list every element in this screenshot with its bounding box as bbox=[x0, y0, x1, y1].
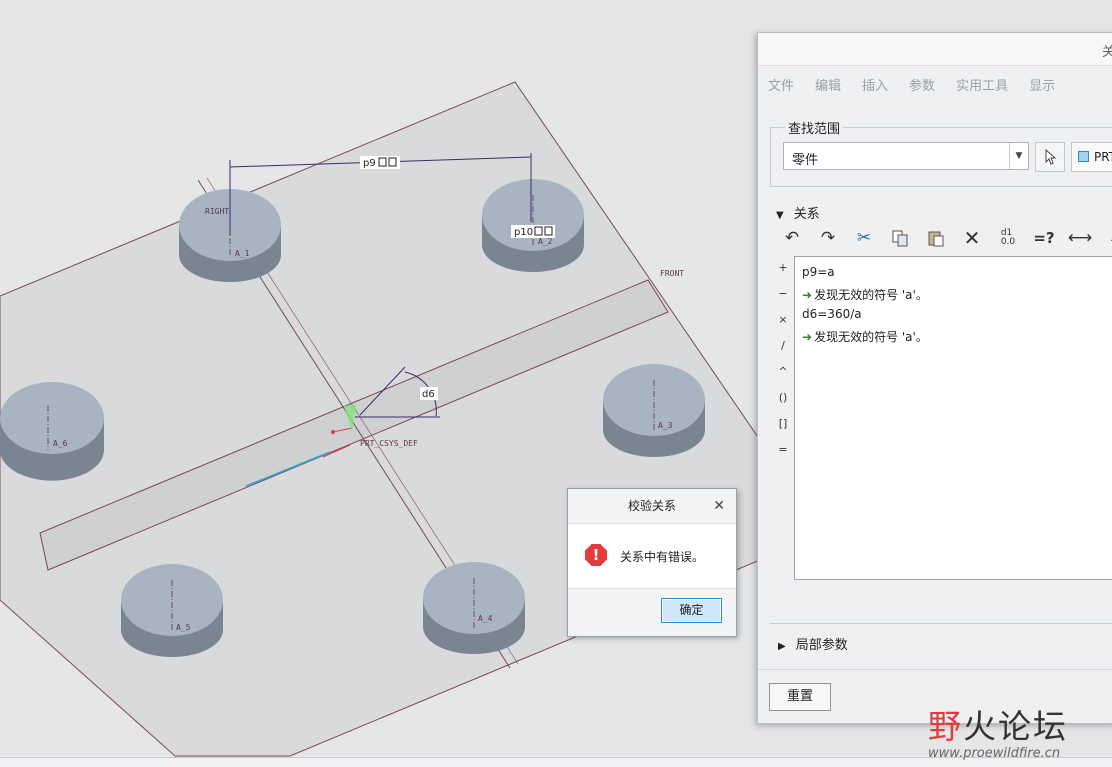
pointer-icon bbox=[1045, 149, 1057, 165]
arrow-right-icon: ➜ bbox=[802, 288, 813, 302]
op-plus[interactable]: + bbox=[776, 261, 790, 287]
verify-icon[interactable]: =? bbox=[1026, 225, 1062, 251]
relation-line: p9=a bbox=[802, 265, 835, 279]
undo-icon[interactable]: ↶ bbox=[774, 225, 810, 251]
reset-button[interactable]: 重置 bbox=[769, 683, 831, 711]
msgbox-title[interactable]: 校验关系 bbox=[568, 489, 736, 523]
msgbox-body: ! 关系中有错误。 bbox=[568, 523, 736, 589]
front-plane-label: FRONT bbox=[660, 269, 684, 278]
lookup-scope-label: 查找范围 bbox=[785, 118, 844, 137]
op-power[interactable]: ^ bbox=[776, 365, 790, 391]
scope-value: 零件 bbox=[792, 153, 819, 168]
axis-label: A_5 bbox=[176, 623, 191, 632]
right-plane-label: RIGHT bbox=[205, 207, 229, 216]
scope-select[interactable]: 零件 ▼ bbox=[783, 142, 1029, 170]
relations-toolbar: ↶ ↷ ✂ ✕ d10.0 =? ⟷ ▱ bbox=[774, 225, 1112, 251]
dim-p10-label: p10 bbox=[514, 227, 533, 238]
prt-button-label: PRT bbox=[1094, 150, 1112, 164]
op-multiply[interactable]: × bbox=[776, 313, 790, 339]
local-params-header[interactable]: ▶ 局部参数 bbox=[778, 634, 848, 653]
sort-icon[interactable]: ▱ bbox=[1098, 225, 1112, 251]
relations-dialog: 关 文件 编辑 插入 参数 实用工具 显示 查找范围 零件 ▼ PRT ▼关系 … bbox=[757, 32, 1112, 724]
operator-column: + − × / ^ () [] = bbox=[776, 261, 790, 469]
redo-icon[interactable]: ↷ bbox=[810, 225, 846, 251]
menu-parameters[interactable]: 参数 bbox=[909, 75, 935, 94]
close-icon[interactable]: ✕ bbox=[713, 498, 725, 514]
cylinder-a6 bbox=[0, 382, 104, 481]
relations-section-header[interactable]: ▼ 关系 bbox=[776, 203, 820, 222]
menu-bar: 文件 编辑 插入 参数 实用工具 显示 bbox=[768, 75, 1076, 94]
dialog-title: 关 bbox=[1102, 45, 1112, 60]
relations-editor[interactable]: p9=a ➜ 发现无效的符号 'a'。 d6=360/a ➜ 发现无效的符号 'a'… bbox=[794, 256, 1112, 580]
op-divide[interactable]: / bbox=[776, 339, 790, 365]
chevron-down-icon[interactable]: ▼ bbox=[1009, 143, 1028, 169]
op-parentheses[interactable]: () bbox=[776, 391, 790, 417]
local-params-label: 局部参数 bbox=[795, 638, 848, 653]
axis-label: A_2 bbox=[538, 237, 553, 246]
collapse-triangle-icon: ▼ bbox=[776, 210, 784, 221]
op-brackets[interactable]: [] bbox=[776, 417, 790, 443]
axis-label: A_3 bbox=[658, 421, 673, 430]
axis-label: A_6 bbox=[53, 439, 68, 448]
op-minus[interactable]: − bbox=[776, 287, 790, 313]
dim-p9-label: p9 bbox=[363, 158, 376, 169]
relation-error-line: ➜ 发现无效的符号 'a'。 bbox=[802, 330, 928, 344]
cut-icon[interactable]: ✂ bbox=[846, 225, 882, 251]
part-icon bbox=[1078, 151, 1089, 162]
expand-triangle-icon: ▶ bbox=[778, 641, 786, 652]
menu-file[interactable]: 文件 bbox=[768, 75, 794, 94]
relations-section-label: 关系 bbox=[793, 207, 820, 222]
model-canvas[interactable]: A_1 A_2 A_3 A_4 A_5 A_6 RIGHT FRONT PRT_… bbox=[0, 0, 760, 766]
relation-error-line: ➜ 发现无效的符号 'a'。 bbox=[802, 288, 928, 302]
watermark-logo: 野火论坛 www.proewildfire.cn bbox=[928, 707, 1068, 761]
delete-icon[interactable]: ✕ bbox=[954, 225, 990, 251]
menu-utilities[interactable]: 实用工具 bbox=[956, 75, 1008, 94]
units-icon[interactable]: ⟷ bbox=[1062, 225, 1098, 251]
dim-d6-label: d6 bbox=[422, 389, 435, 400]
copy-icon[interactable] bbox=[882, 225, 918, 251]
select-pointer-button[interactable] bbox=[1035, 142, 1065, 172]
divider bbox=[770, 623, 1112, 624]
axis-label: A_1 bbox=[235, 249, 250, 258]
menu-show[interactable]: 显示 bbox=[1029, 75, 1055, 94]
csys-label: PRT_CSYS_DEF bbox=[360, 439, 418, 448]
dialog-titlebar[interactable]: 关 bbox=[758, 33, 1112, 66]
menu-insert[interactable]: 插入 bbox=[862, 75, 888, 94]
op-equals[interactable]: = bbox=[776, 443, 790, 469]
evaluate-icon[interactable]: d1 0.0 bbox=[990, 225, 1026, 251]
axis-label: A_4 bbox=[478, 614, 493, 623]
divider bbox=[758, 669, 1112, 670]
paste-icon[interactable] bbox=[918, 225, 954, 251]
menu-edit[interactable]: 编辑 bbox=[815, 75, 841, 94]
arrow-right-icon: ➜ bbox=[802, 330, 813, 344]
ok-button[interactable]: 确定 bbox=[661, 598, 722, 623]
verify-relations-dialog: 校验关系 ✕ ! 关系中有错误。 确定 bbox=[567, 488, 737, 637]
prt-button[interactable]: PRT bbox=[1071, 142, 1112, 172]
error-icon: ! bbox=[585, 544, 607, 566]
relation-line: d6=360/a bbox=[802, 307, 862, 321]
msgbox-text: 关系中有错误。 bbox=[620, 550, 705, 564]
lookup-scope-group: 查找范围 零件 ▼ PRT bbox=[770, 118, 1112, 187]
